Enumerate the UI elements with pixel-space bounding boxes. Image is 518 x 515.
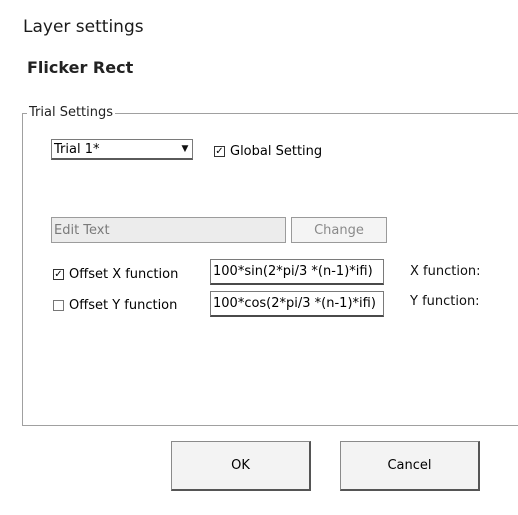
layer-name: Flicker Rect xyxy=(27,58,134,77)
global-setting-checkbox[interactable]: ✓ xyxy=(214,146,225,157)
y-function-label: Y function: xyxy=(410,294,480,309)
offset-x-label: Offset X function xyxy=(69,267,179,282)
offset-x-checkbox[interactable]: ✓ xyxy=(53,269,64,280)
global-setting-checkbox-row[interactable]: ✓ Global Setting xyxy=(214,144,322,159)
trial-select-value: Trial 1* xyxy=(54,141,100,157)
offset-y-label: Offset Y function xyxy=(69,298,178,313)
cancel-button[interactable]: Cancel xyxy=(340,441,480,491)
trial-settings-legend: Trial Settings xyxy=(27,105,116,120)
global-setting-label: Global Setting xyxy=(230,144,323,159)
ok-button[interactable]: OK xyxy=(171,441,311,491)
x-function-label: X function: xyxy=(410,264,481,279)
offset-y-function-input[interactable]: 100*cos(2*pi/3 *(n-1)*ifi) xyxy=(210,291,384,317)
offset-y-checkbox[interactable] xyxy=(53,300,64,311)
trial-select[interactable]: Trial 1* ▼ xyxy=(51,139,193,160)
chevron-down-icon: ▼ xyxy=(181,144,189,154)
offset-y-checkbox-row[interactable]: Offset Y function xyxy=(53,298,177,313)
offset-x-checkbox-row[interactable]: ✓ Offset X function xyxy=(53,267,178,282)
change-button[interactable]: Change xyxy=(291,217,387,243)
offset-x-function-input[interactable]: 100*sin(2*pi/3 *(n-1)*ifi) xyxy=(210,259,384,285)
dialog-title: Layer settings xyxy=(23,17,144,37)
edit-text-field[interactable]: Edit Text xyxy=(51,217,286,243)
